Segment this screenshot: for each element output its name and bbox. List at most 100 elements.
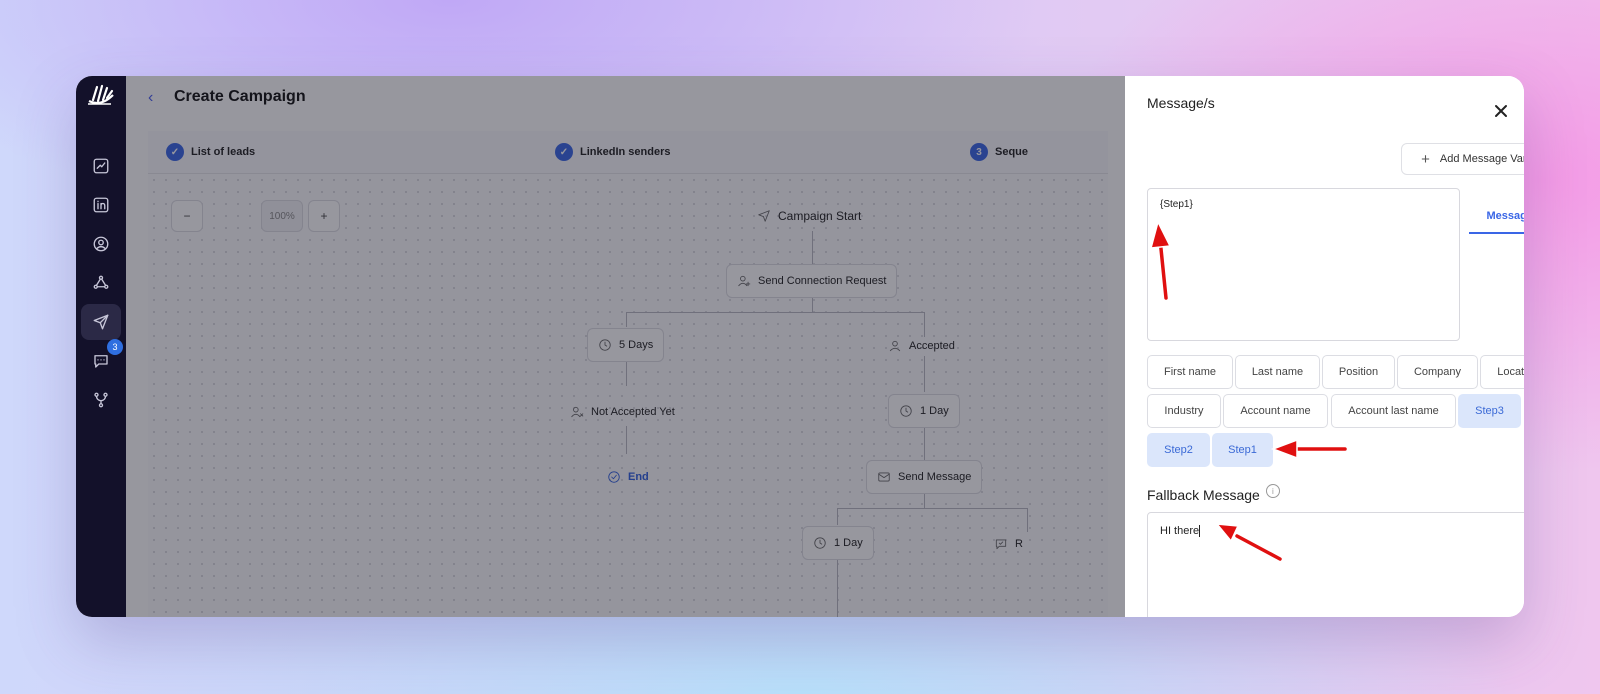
add-user-icon [738, 275, 751, 287]
send-icon [758, 210, 770, 222]
node-label: Send Connection Request [758, 275, 887, 287]
variable-chip-first-name[interactable]: First name [1147, 355, 1233, 389]
step-list-of-leads[interactable]: ✓ List of leads [166, 143, 255, 161]
node-label: Accepted [909, 340, 955, 352]
sidebar-item-messages[interactable]: 3 [81, 339, 123, 379]
step-label: LinkedIn senders [580, 146, 671, 158]
message-text: {Step1} [1160, 199, 1193, 210]
fallback-text: HI there [1160, 525, 1200, 537]
linkedin-icon [93, 197, 109, 213]
text-caret [1199, 525, 1201, 538]
node-reply-partial[interactable]: R [994, 537, 1023, 551]
node-end[interactable]: End [607, 470, 649, 484]
node-wait-1-day[interactable]: 1 Day [888, 394, 960, 428]
node-label: Campaign Start [778, 209, 862, 223]
node-label: R [1015, 538, 1023, 550]
brand-logo-icon [88, 84, 114, 105]
node-send-message[interactable]: Send Message [866, 460, 983, 494]
node-not-accepted-yet[interactable]: Not Accepted Yet [570, 405, 675, 419]
sidebar-item-network[interactable] [81, 265, 121, 301]
network-icon [93, 275, 109, 289]
zoom-in-button[interactable]: + [308, 200, 340, 232]
node-label: Send Message [898, 471, 972, 483]
zoom-level: 100% [261, 200, 303, 232]
connector [924, 312, 925, 337]
chat-icon [94, 355, 108, 368]
sidebar-item-analytics[interactable] [81, 148, 121, 184]
flow-canvas[interactable] [148, 174, 1108, 617]
user-x-icon [571, 406, 584, 418]
fallback-label-text: Fallback Message [1147, 487, 1260, 503]
step-linkedin-senders[interactable]: ✓ LinkedIn senders [555, 143, 670, 161]
connector [837, 559, 838, 617]
message-textarea[interactable]: {Step1} [1147, 188, 1460, 341]
variable-chip-step2[interactable]: Step2 [1147, 433, 1210, 467]
connector [626, 312, 924, 313]
clock-icon [900, 405, 912, 417]
node-accepted[interactable]: Accepted [888, 339, 955, 353]
step-label: List of leads [191, 146, 256, 158]
user-icon [889, 340, 901, 352]
connector [626, 361, 627, 386]
page-header: ‹ Create Campaign [126, 76, 1125, 131]
variable-chip-location[interactable]: Location [1480, 355, 1524, 389]
check-icon: ✓ [555, 143, 573, 161]
sidebar-item-campaigns[interactable] [81, 304, 121, 340]
fallback-message-textarea[interactable]: HI there [1147, 512, 1524, 617]
connector [1027, 508, 1028, 532]
connector [924, 356, 925, 392]
zoom-out-button[interactable]: − [171, 200, 203, 232]
check-icon: ✓ [166, 143, 184, 161]
add-variation-label: Add Message Variation [1439, 153, 1524, 165]
connector [837, 508, 838, 525]
clock-icon [814, 537, 826, 549]
connector [812, 296, 813, 312]
fallback-message-label: Fallback Message i [1147, 484, 1280, 503]
connector [924, 426, 925, 460]
step-sequence[interactable]: 3 Seque [970, 143, 1028, 161]
branch-icon [94, 392, 108, 408]
variable-chip-industry[interactable]: Industry [1147, 394, 1221, 428]
check-circle-icon [608, 471, 620, 483]
back-chevron-icon[interactable]: ‹ [148, 89, 153, 107]
connector [924, 492, 925, 508]
chat-check-icon [995, 539, 1007, 550]
add-message-variation-button[interactable]: + Add Message Variation [1401, 143, 1524, 175]
sidebar-item-linkedin[interactable] [81, 187, 121, 223]
step-label: Seque [995, 146, 1029, 158]
node-send-connection-request[interactable]: Send Connection Request [726, 264, 898, 298]
campaign-builder: ‹ Create Campaign ✓ List of leads ✓ Link… [126, 76, 1125, 617]
node-wait-5-days[interactable]: 5 Days [587, 328, 665, 362]
node-campaign-start[interactable]: Campaign Start [757, 209, 861, 223]
message-panel: Message/s + Add Message Variation {Step1… [1125, 76, 1524, 617]
unread-badge: 3 [107, 339, 123, 355]
variable-chip-step3[interactable]: Step3 [1458, 394, 1521, 428]
info-icon[interactable]: i [1265, 484, 1280, 498]
connector [626, 312, 627, 327]
tab-message-a[interactable]: Message A [1469, 200, 1524, 234]
step-number: 3 [970, 143, 988, 161]
close-icon[interactable] [1491, 101, 1511, 121]
variable-chip-company[interactable]: Company [1397, 355, 1478, 389]
node-label: 5 Days [619, 339, 654, 351]
message-icon [878, 472, 890, 482]
analytics-icon [93, 158, 109, 174]
page-title: Create Campaign [174, 88, 306, 105]
variable-chip-last-name[interactable]: Last name [1235, 355, 1320, 389]
variable-chip-account-name[interactable]: Account name [1223, 394, 1328, 428]
sidebar-item-integrations[interactable] [81, 382, 121, 418]
node-label: 1 Day [834, 537, 863, 549]
variable-chip-account-last-name[interactable]: Account last name [1331, 394, 1456, 428]
stepper: ✓ List of leads ✓ LinkedIn senders 3 Seq… [148, 131, 1108, 174]
variable-chip-position[interactable]: Position [1322, 355, 1395, 389]
connector [837, 508, 1027, 509]
variable-chip-step1[interactable]: Step1 [1212, 433, 1273, 467]
sidebar: 3 [76, 76, 126, 617]
sidebar-item-profile[interactable] [81, 226, 121, 262]
plus-icon: + [1421, 150, 1430, 168]
clock-icon [599, 339, 611, 351]
connector [812, 231, 813, 264]
node-wait-1-day-b[interactable]: 1 Day [802, 526, 874, 560]
send-icon [93, 314, 109, 330]
app-window: 3 ‹ Create Campaign ✓ List of leads ✓ Li… [76, 76, 1524, 617]
